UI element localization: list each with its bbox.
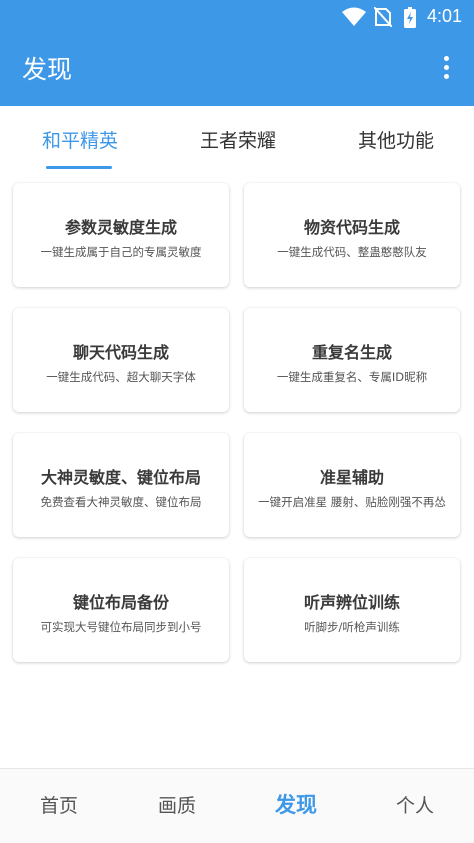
no-sim-icon [373, 6, 393, 31]
card-title: 大神灵敏度、键位布局 [40, 468, 201, 487]
card-subtitle: 一键生成重复名、专属ID昵称 [276, 370, 428, 384]
card-subtitle: 可实现大号键位布局同步到小号 [40, 620, 202, 634]
card-pro-layout[interactable]: 大神灵敏度、键位布局 免费查看大神灵敏度、键位布局 [13, 433, 229, 537]
tab-indicator [46, 166, 112, 169]
card-subtitle: 一键生成属于自己的专属灵敏度 [40, 245, 202, 259]
card-sensitivity[interactable]: 参数灵敏度生成 一键生成属于自己的专属灵敏度 [13, 183, 229, 287]
card-sound-training[interactable]: 听声辨位训练 听脚步/听枪声训练 [244, 558, 460, 662]
card-subtitle: 免费查看大神灵敏度、键位布局 [40, 495, 202, 509]
nav-profile[interactable]: 个人 [356, 791, 474, 818]
card-subtitle: 一键生成代码、整蛊憨憨队友 [277, 245, 427, 259]
status-bar: 4:01 [0, 0, 474, 34]
card-subtitle: 一键开启准星 腰射、贴脸刚强不再怂 [258, 495, 446, 509]
wifi-icon [342, 7, 366, 31]
nav-quality[interactable]: 画质 [118, 791, 236, 818]
card-title: 键位布局备份 [72, 593, 169, 612]
card-title: 听声辨位训练 [303, 593, 400, 612]
card-duplicate-name[interactable]: 重复名生成 一键生成重复名、专属ID昵称 [244, 308, 460, 412]
card-layout-backup[interactable]: 键位布局备份 可实现大号键位布局同步到小号 [13, 558, 229, 662]
tab-wangzhe[interactable]: 王者荣耀 [200, 126, 276, 153]
tab-bar: 和平精英 王者荣耀 其他功能 [0, 106, 474, 172]
card-item-code[interactable]: 物资代码生成 一键生成代码、整蛊憨憨队友 [244, 183, 460, 287]
card-title: 聊天代码生成 [72, 343, 169, 362]
nav-discover[interactable]: 发现 [237, 789, 355, 819]
card-title: 物资代码生成 [303, 218, 400, 237]
card-title: 准星辅助 [319, 468, 384, 487]
card-title: 重复名生成 [311, 343, 392, 362]
battery-icon [404, 7, 416, 32]
card-crosshair[interactable]: 准星辅助 一键开启准星 腰射、贴脸刚强不再怂 [244, 433, 460, 537]
status-time: 4:01 [426, 6, 462, 26]
app-bar: 4:01 发现 [0, 0, 474, 106]
card-title: 参数灵敏度生成 [64, 218, 177, 237]
card-subtitle: 听脚步/听枪声训练 [304, 620, 400, 634]
card-subtitle: 一键生成代码、超大聊天字体 [46, 370, 196, 384]
tab-other[interactable]: 其他功能 [358, 126, 434, 153]
bottom-nav: 首页 画质 发现 个人 [0, 768, 474, 843]
more-vert-icon[interactable] [434, 56, 458, 86]
card-chat-code[interactable]: 聊天代码生成 一键生成代码、超大聊天字体 [13, 308, 229, 412]
page-title: 发现 [22, 55, 73, 84]
nav-home[interactable]: 首页 [0, 791, 118, 818]
tab-heping[interactable]: 和平精英 [42, 126, 118, 153]
